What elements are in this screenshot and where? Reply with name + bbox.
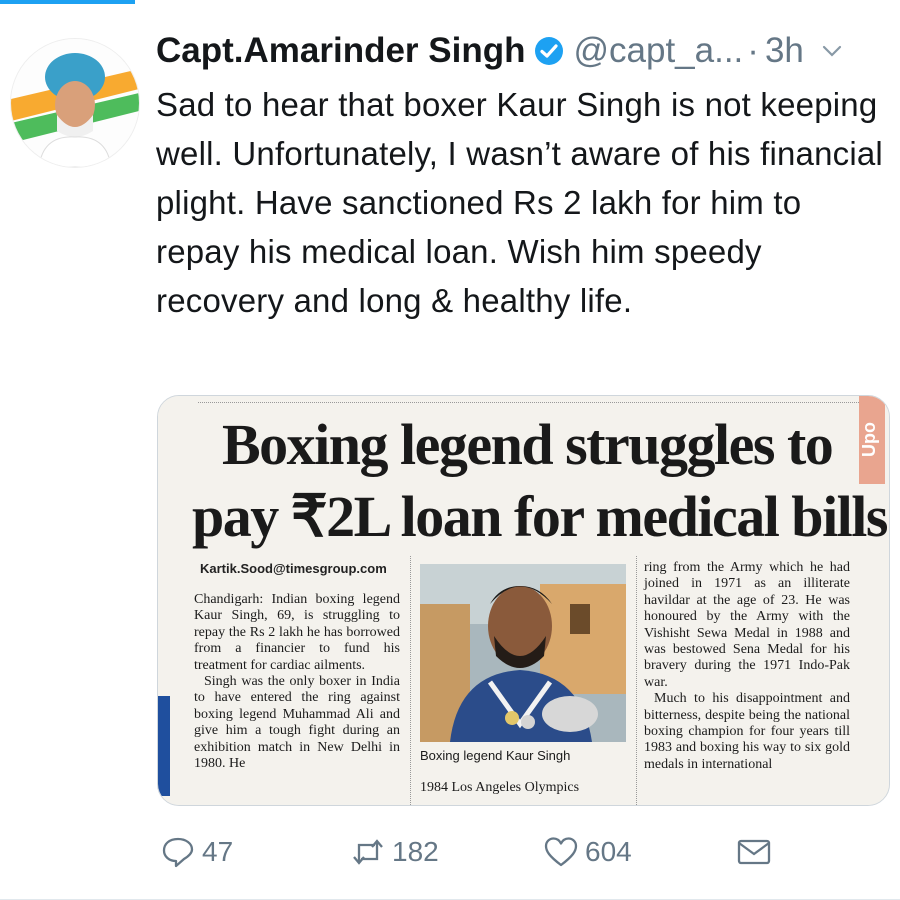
retweet-icon: [353, 839, 383, 865]
mid-column-text: 1984 Los Angeles Olympics: [420, 780, 580, 795]
tweet-text: Sad to hear that boxer Kaur Singh is not…: [156, 86, 883, 319]
top-accent-bar: [0, 0, 135, 4]
right-margin: Upo: [859, 396, 889, 805]
left-paragraph-2: Singh was the only boxer in India to hav…: [194, 674, 400, 772]
boxer-photo: [420, 564, 626, 742]
author-name[interactable]: Capt.Amarinder Singh: [156, 31, 525, 71]
byline: Kartik.Sood@timesgroup.com: [200, 561, 387, 576]
retweet-count: 182: [392, 836, 439, 867]
column-divider: [410, 556, 411, 805]
author-handle[interactable]: @capt_a...: [573, 31, 743, 71]
media-card[interactable]: Upo Boxing legend struggles to pay ₹2L l…: [157, 395, 890, 806]
right-paragraph-1: ring from the Army which he had joined i…: [644, 560, 850, 690]
tweet-header: Capt.Amarinder Singh @capt_a... · 3h: [156, 28, 888, 74]
photo-caption: Boxing legend Kaur Singh: [420, 748, 571, 763]
divider: [198, 402, 859, 403]
verified-badge-icon: [533, 35, 565, 67]
left-margin-text: [158, 396, 182, 805]
like-button[interactable]: 604: [543, 834, 632, 870]
chevron-down-icon[interactable]: [818, 37, 846, 65]
reply-count: 47: [202, 836, 234, 867]
headline-line-2: pay ₹2L loan for medical bills: [192, 484, 888, 549]
left-paragraph-1: Chandigarh: Indian boxing legend Kaur Si…: [194, 592, 400, 673]
column-divider: [636, 556, 637, 805]
separator-dot: ·: [747, 31, 759, 70]
avatar[interactable]: [10, 38, 140, 168]
dm-button[interactable]: [736, 834, 778, 870]
blue-band: [158, 696, 170, 796]
tweet-time[interactable]: 3h: [765, 31, 804, 71]
tweet-actions: 47 182 604: [0, 834, 900, 874]
newspaper-clipping: Upo Boxing legend struggles to pay ₹2L l…: [158, 396, 889, 805]
like-count: 604: [585, 836, 632, 867]
retweet-button[interactable]: 182: [350, 834, 439, 870]
reply-button[interactable]: 47: [160, 834, 233, 870]
mail-icon: [737, 839, 771, 865]
headline-line-1: Boxing legend struggles to: [222, 412, 834, 477]
avatar-image: [11, 39, 139, 167]
reply-icon: [162, 837, 194, 868]
heart-icon: [544, 837, 578, 867]
side-tab: Upo: [859, 396, 885, 484]
right-column: ring from the Army which he had joined i…: [644, 560, 850, 773]
left-column: Chandigarh: Indian boxing legend Kaur Si…: [194, 592, 400, 772]
right-paragraph-2: Much to his disappointment and bitternes…: [644, 691, 850, 772]
